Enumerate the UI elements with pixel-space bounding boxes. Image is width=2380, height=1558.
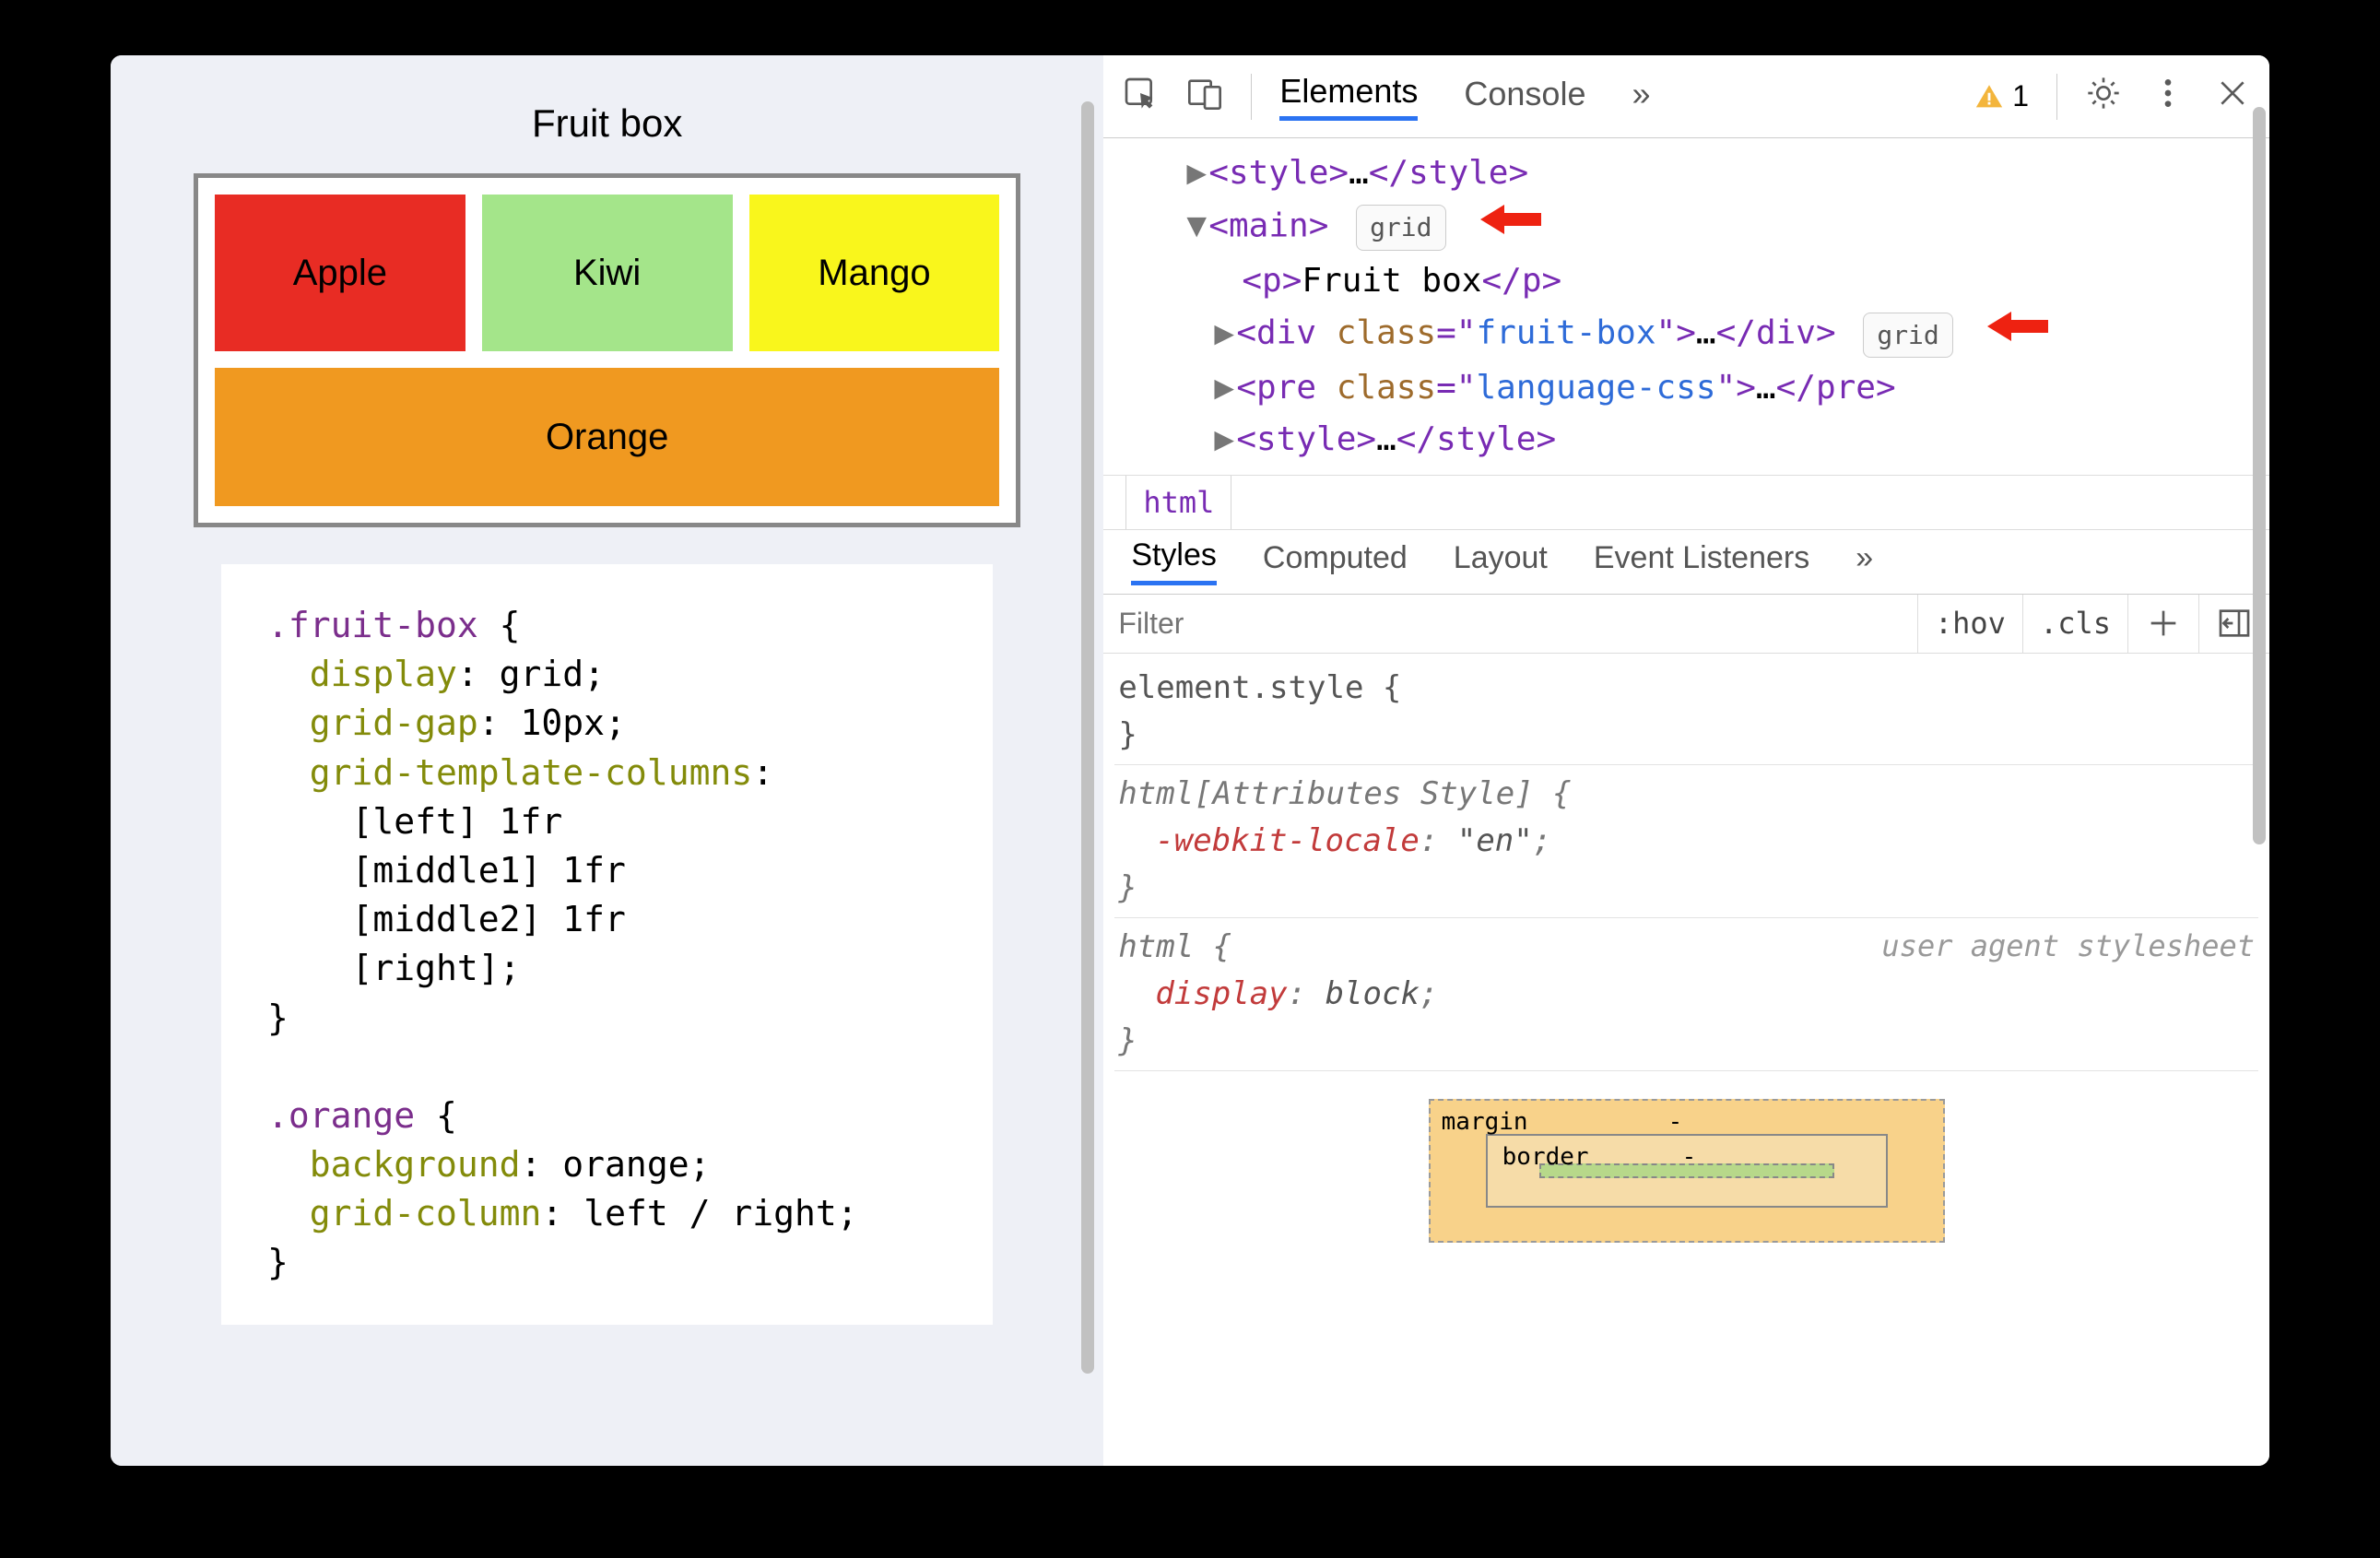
tab-more[interactable]: » xyxy=(1632,75,1650,119)
style-rule[interactable]: html[Attributes Style] { -webkit-locale:… xyxy=(1114,765,2258,918)
annotation-arrow-icon xyxy=(1985,306,2050,362)
css-code-sample: .fruit-box { display: grid; grid-gap: 10… xyxy=(221,564,993,1325)
kebab-icon[interactable] xyxy=(2150,75,2186,119)
fruit-box-grid: Apple Kiwi Mango Orange xyxy=(194,173,1020,527)
page-title: Fruit box xyxy=(194,101,1020,146)
devtools-window: Fruit box Apple Kiwi Mango Orange .fruit… xyxy=(111,55,2269,1466)
subtab-more[interactable]: » xyxy=(1856,540,1873,584)
panel-tabs: Elements Console » xyxy=(1279,72,1650,121)
cls-toggle[interactable]: .cls xyxy=(2023,595,2128,653)
box-border-label: border xyxy=(1502,1139,1589,1175)
styles-subtabs: Styles Computed Layout Event Listeners » xyxy=(1103,530,2269,595)
styles-filter-row: :hov .cls xyxy=(1103,595,2269,654)
filter-input[interactable] xyxy=(1103,595,1918,653)
gear-icon[interactable] xyxy=(2085,75,2122,119)
warning-count: 1 xyxy=(2012,79,2029,113)
inspect-icon[interactable] xyxy=(1122,75,1159,119)
grid-badge[interactable]: grid xyxy=(1863,313,1952,358)
grid-badge[interactable]: grid xyxy=(1356,205,1445,250)
dom-tree[interactable]: ▶<style>…</style> ▼<main> grid <p>Fruit … xyxy=(1103,138,2269,475)
tab-elements[interactable]: Elements xyxy=(1279,72,1418,121)
subtab-layout[interactable]: Layout xyxy=(1454,540,1548,584)
annotation-arrow-icon xyxy=(1479,199,1543,255)
page-preview: Fruit box Apple Kiwi Mango Orange .fruit… xyxy=(111,55,1103,1466)
breadcrumb[interactable]: html xyxy=(1103,475,2269,530)
style-rule[interactable]: element.style { } xyxy=(1114,659,2258,765)
fruit-apple: Apple xyxy=(215,195,465,351)
tab-console[interactable]: Console xyxy=(1464,75,1585,119)
close-icon[interactable] xyxy=(2214,75,2251,119)
scrollbar[interactable] xyxy=(2253,107,2266,844)
box-margin-label: margin xyxy=(1442,1104,1528,1140)
new-rule-button[interactable] xyxy=(2128,595,2199,653)
style-rule[interactable]: user agent stylesheet html { display: bl… xyxy=(1114,918,2258,1071)
breadcrumb-item[interactable]: html xyxy=(1125,476,1231,529)
fruit-kiwi: Kiwi xyxy=(482,195,733,351)
rule-source: user agent stylesheet xyxy=(1881,924,2255,968)
box-model[interactable]: margin - border - xyxy=(1429,1099,1945,1243)
warning-badge[interactable]: 1 xyxy=(1974,79,2029,113)
device-toggle-icon[interactable] xyxy=(1186,75,1223,119)
fruit-mango: Mango xyxy=(749,195,1000,351)
scrollbar[interactable] xyxy=(1081,101,1094,1374)
fruit-orange: Orange xyxy=(215,368,999,506)
devtools-panel: Elements Console » 1 ▶<style>…</ xyxy=(1103,55,2269,1466)
devtools-toolbar: Elements Console » 1 xyxy=(1103,55,2269,138)
subtab-styles[interactable]: Styles xyxy=(1131,537,1217,585)
subtab-computed[interactable]: Computed xyxy=(1263,540,1408,584)
subtab-event[interactable]: Event Listeners xyxy=(1594,540,1809,584)
styles-pane[interactable]: element.style { } html[Attributes Style]… xyxy=(1103,654,2269,1248)
hov-toggle[interactable]: :hov xyxy=(1918,595,2023,653)
